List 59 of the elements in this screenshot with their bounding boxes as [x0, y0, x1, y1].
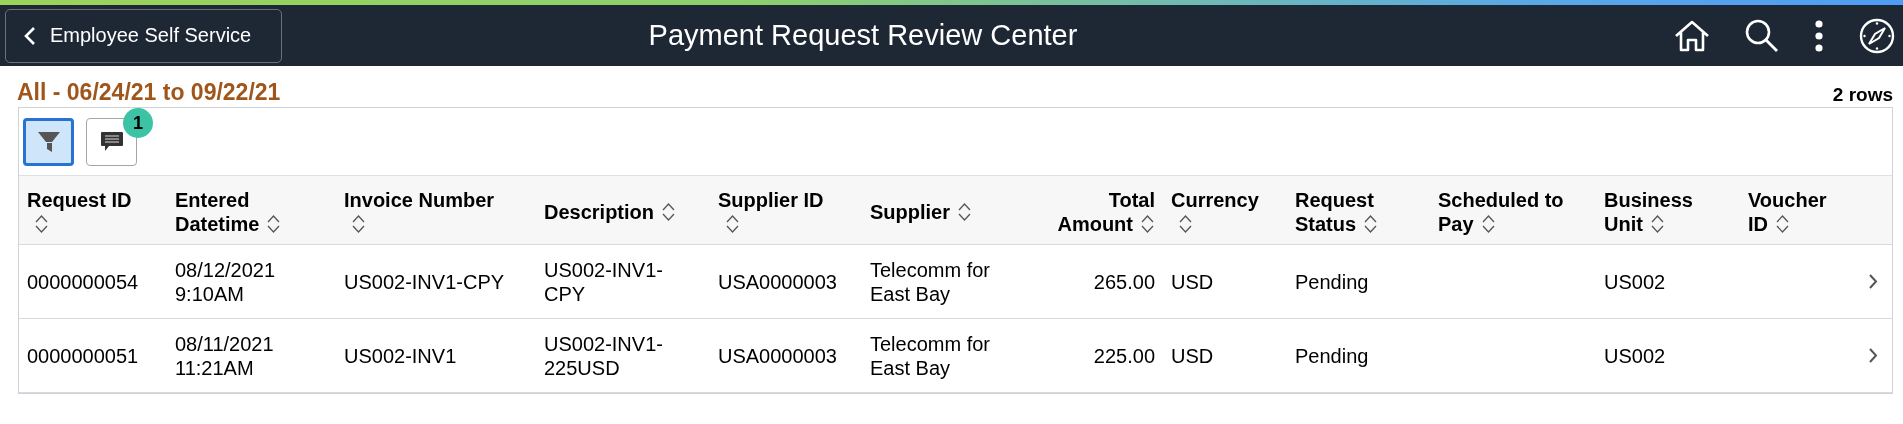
sort-icon[interactable]	[1649, 214, 1665, 234]
sort-icon[interactable]	[725, 214, 740, 234]
sort-icon[interactable]	[661, 202, 677, 222]
column-header[interactable]: Request ID	[19, 176, 167, 245]
sort-icon[interactable]	[1140, 214, 1155, 234]
table-cell: 225.00	[1093, 343, 1155, 368]
chevron-right-icon[interactable]	[1868, 347, 1878, 364]
search-icon[interactable]	[1745, 18, 1779, 53]
filter-icon	[36, 130, 61, 154]
column-header[interactable]: Scheduled to Pay	[1430, 176, 1596, 245]
column-header[interactable]: Invoice Number	[336, 176, 536, 245]
sort-icon[interactable]	[34, 214, 49, 234]
comment-icon	[99, 131, 124, 153]
table-cell: Pending	[1295, 343, 1369, 368]
table-cell: US002	[1604, 343, 1666, 368]
column-header[interactable]: Supplier ID	[710, 176, 862, 245]
back-button[interactable]: Employee Self Service	[5, 8, 282, 63]
column-header[interactable]: Description	[536, 176, 710, 245]
table-cell-text: US002-INV1-CPY	[544, 257, 664, 306]
table-cell-text: 08/12/2021 9:10AM	[175, 257, 277, 306]
chevron-right-icon[interactable]	[1868, 273, 1878, 290]
table-cell-text: 08/11/2021 11:21AM	[175, 331, 275, 380]
column-header[interactable]: Request Status	[1287, 176, 1430, 245]
column-header[interactable]: Business Unit	[1596, 176, 1740, 245]
home-icon[interactable]	[1674, 19, 1710, 52]
sort-icon[interactable]	[1363, 214, 1379, 234]
date-range-title: All - 06/24/21 to 09/22/21	[17, 79, 281, 106]
sort-icon[interactable]	[1178, 214, 1193, 234]
table-cell: USD	[1171, 269, 1214, 294]
column-header[interactable]: Entered Datetime	[167, 176, 336, 245]
table-cell: 0000000051	[27, 343, 139, 368]
chevron-left-icon	[24, 25, 36, 46]
column-header[interactable]: Currency	[1163, 176, 1287, 245]
table-cell-text: Telecomm for East Bay	[870, 331, 992, 380]
column-header[interactable]: Supplier	[862, 176, 1010, 245]
sort-icon[interactable]	[1480, 214, 1496, 234]
column-header[interactable]: Voucher ID	[1740, 176, 1840, 245]
table-cell: USA0000003	[718, 343, 837, 368]
sort-icon[interactable]	[351, 214, 366, 234]
table-cell-text: Telecomm for East Bay	[870, 257, 992, 306]
table-cell: 0000000054	[27, 269, 139, 294]
compass-icon[interactable]	[1859, 17, 1895, 54]
sort-icon[interactable]	[1775, 214, 1790, 234]
filter-button[interactable]	[23, 118, 74, 166]
table-cell: Pending	[1295, 269, 1369, 294]
row-count: 2 rows	[1832, 84, 1893, 106]
column-header[interactable]: Total Amount	[1010, 176, 1163, 245]
sort-icon[interactable]	[266, 214, 282, 234]
more-icon[interactable]	[1814, 19, 1824, 52]
table-cell: US002-INV1-CPY	[344, 269, 505, 294]
count-badge: 1	[123, 108, 153, 138]
table-cell: USA0000003	[718, 269, 837, 294]
page-title: Payment Request Review Center	[647, 19, 1079, 52]
table-cell: 265.00	[1093, 269, 1155, 294]
table-cell: US002	[1604, 269, 1666, 294]
table-cell: USD	[1171, 343, 1214, 368]
table-cell: US002-INV1	[344, 343, 457, 368]
sort-icon[interactable]	[957, 202, 972, 222]
table-cell-text: US002-INV1-225USD	[544, 331, 664, 380]
